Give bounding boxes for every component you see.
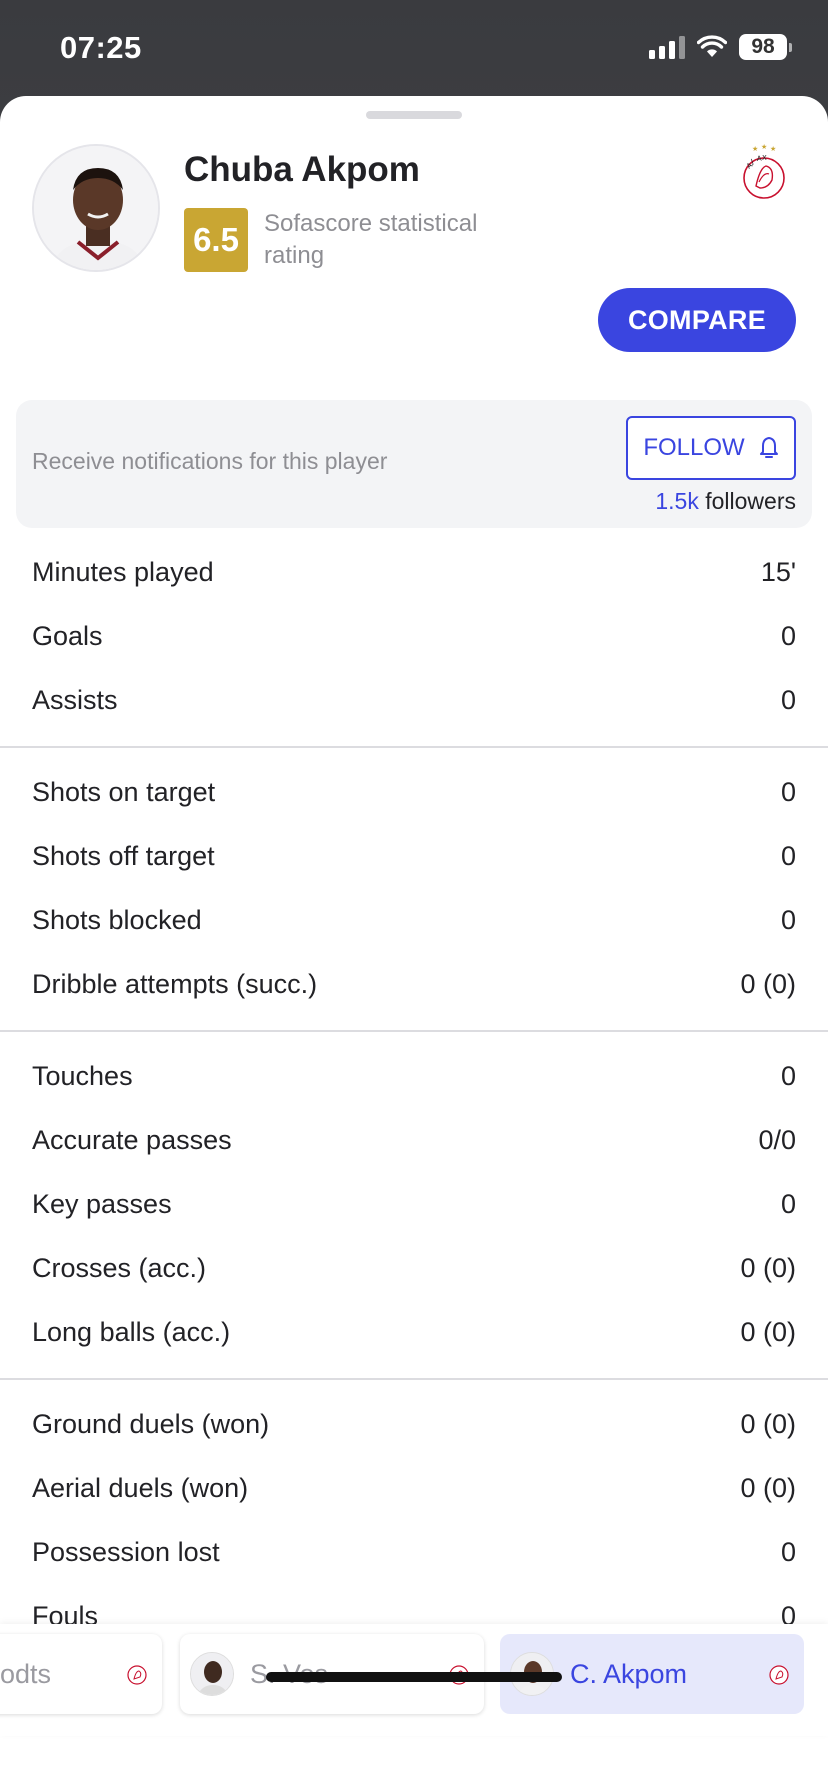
stat-row: Key passes 0 — [0, 1172, 828, 1236]
stat-value: 0 (0) — [740, 968, 796, 999]
stat-row: Accurate passes 0/0 — [0, 1108, 828, 1172]
follow-button[interactable]: FOLLOW — [626, 416, 796, 480]
stat-value: 15' — [760, 556, 796, 587]
svg-text:★: ★ — [752, 145, 758, 153]
ajax-logo-icon — [127, 1665, 147, 1685]
stat-label: Minutes played — [32, 556, 214, 587]
player-name: Chuba Akpom — [184, 150, 420, 189]
stat-value: 0 — [780, 1536, 796, 1567]
stat-value: 0 (0) — [740, 1316, 796, 1347]
compare-button[interactable]: COMPARE — [598, 288, 796, 352]
stat-label: Goals — [32, 620, 103, 651]
stat-label: Accurate passes — [32, 1124, 232, 1155]
stat-row: Shots on target 0 — [0, 760, 828, 824]
stat-label: Ground duels (won) — [32, 1408, 270, 1439]
status-bar: 07:25 98 — [0, 0, 828, 96]
notifications-card: Receive notifications for this player FO… — [16, 400, 812, 528]
stat-row: Shots blocked 0 — [0, 888, 828, 952]
rating-badge[interactable]: 6.5 — [184, 208, 248, 272]
stat-group: Shots on target 0 Shots off target 0 Shots b… — [0, 748, 828, 1032]
player-tab[interactable]: odts — [0, 1634, 162, 1714]
stat-group: Ground duels (won) 0 (0) Aerial duels (won… — [0, 1380, 828, 1662]
stat-value: 0 — [780, 684, 796, 715]
svg-text:X: X — [762, 154, 767, 162]
stat-label: Assists — [32, 684, 118, 715]
player-sheet: Chuba Akpom 6.5 Sofascore statistical ra… — [0, 96, 828, 1792]
stat-row: Minutes played 15' — [0, 540, 828, 604]
stat-label: Shots on target — [32, 776, 216, 807]
stat-row: Crosses (acc.) 0 (0) — [0, 1236, 828, 1300]
bell-icon — [759, 437, 778, 458]
svg-text:★: ★ — [761, 143, 767, 151]
stats-list: Minutes played 15' Goals 0 Assists 0 Shots on … — [0, 528, 828, 1662]
stat-value: 0 — [780, 1060, 796, 1091]
stat-value: 0 — [780, 776, 796, 807]
stat-value: 0 (0) — [740, 1252, 796, 1283]
stat-row: Touches 0 — [0, 1044, 828, 1108]
followers-number: 1.5k — [655, 488, 699, 514]
stat-row: Long balls (acc.) 0 (0) — [0, 1300, 828, 1364]
stat-label: Long balls (acc.) — [32, 1316, 231, 1347]
status-time: 07:25 — [60, 30, 142, 65]
player-tab-name: odts — [0, 1658, 52, 1689]
stat-label: Shots off target — [32, 840, 215, 871]
home-indicator — [266, 1672, 562, 1682]
stat-label: Key passes — [32, 1188, 172, 1219]
stat-value: 0/0 — [758, 1124, 796, 1155]
player-avatar — [32, 144, 160, 272]
stat-row: Aerial duels (won) 0 (0) — [0, 1456, 828, 1520]
follow-label: FOLLOW — [643, 434, 745, 461]
stat-row: Ground duels (won) 0 (0) — [0, 1392, 828, 1456]
player-tab-avatar — [190, 1652, 234, 1696]
stat-group: Minutes played 15' Goals 0 Assists 0 — [0, 528, 828, 748]
stat-row: Shots off target 0 — [0, 824, 828, 888]
rating-label: Sofascore statistical rating — [264, 210, 478, 269]
stat-label: Touches — [32, 1060, 133, 1091]
stat-label: Aerial duels (won) — [32, 1472, 249, 1503]
stat-value: 0 — [780, 1188, 796, 1219]
notifications-text: Receive notifications for this player — [32, 448, 388, 474]
svg-text:★: ★ — [770, 145, 776, 153]
wifi-icon — [697, 35, 727, 57]
ajax-logo-icon[interactable]: A J A X ★ ★ ★ — [732, 142, 796, 206]
stat-row: Possession lost 0 — [0, 1520, 828, 1584]
stat-group: Touches 0 Accurate passes 0/0 Key passes 0 Cro… — [0, 1032, 828, 1380]
stat-label: Possession lost — [32, 1536, 220, 1567]
stat-value: 0 (0) — [740, 1472, 796, 1503]
stat-row: Assists 0 — [0, 668, 828, 732]
battery-level: 98 — [739, 34, 787, 60]
stat-label: Crosses (acc.) — [32, 1252, 207, 1283]
player-tab-name: C. Akpom — [570, 1658, 688, 1689]
stat-value: 0 — [780, 840, 796, 871]
stat-row: Dribble attempts (succ.) 0 (0) — [0, 952, 828, 1016]
stat-label: Dribble attempts (succ.) — [32, 968, 318, 999]
status-icons: 98 — [649, 34, 792, 60]
stat-value: 0 (0) — [740, 1408, 796, 1439]
followers-count: 1.5k followers — [655, 488, 796, 515]
stat-value: 0 — [780, 620, 796, 651]
sheet-grabber[interactable] — [366, 111, 462, 119]
stat-label: Shots blocked — [32, 904, 202, 935]
followers-label: followers — [705, 488, 796, 514]
signal-icon — [649, 35, 685, 59]
battery-icon: 98 — [739, 34, 792, 60]
ajax-logo-icon — [769, 1665, 789, 1685]
stat-value: 0 — [780, 904, 796, 935]
stat-row: Goals 0 — [0, 604, 828, 668]
